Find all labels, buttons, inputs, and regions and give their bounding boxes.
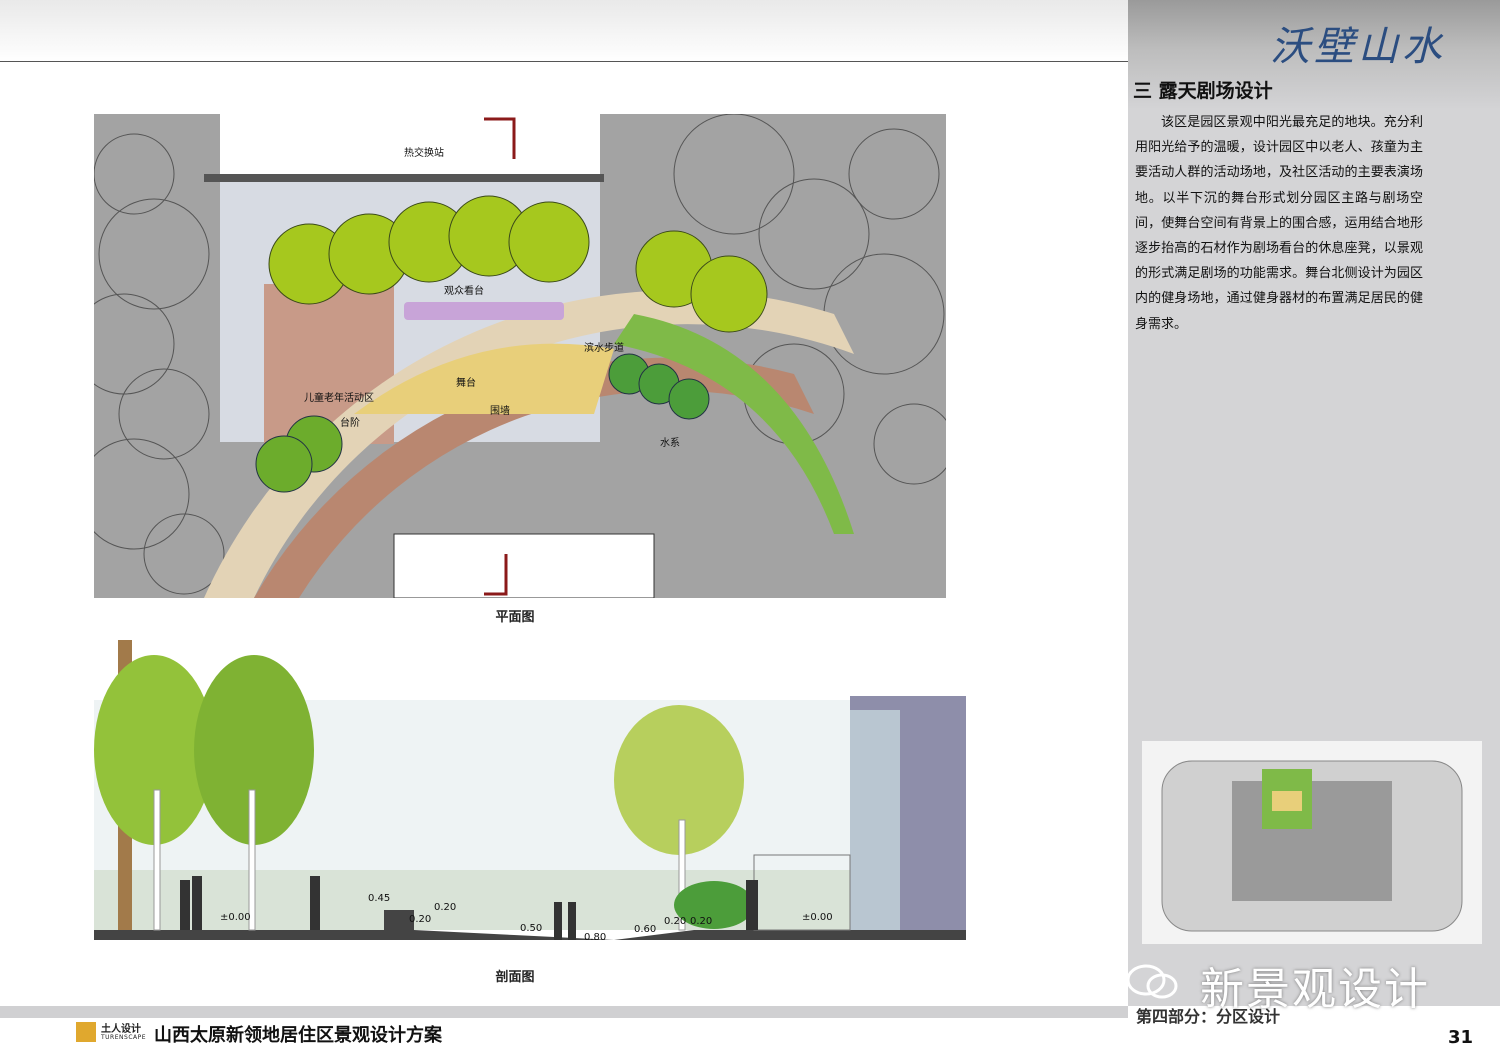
label-heat-station: 热交换站: [404, 148, 444, 159]
logo-icon: [76, 1022, 96, 1042]
elevation-label: 0.80: [584, 932, 607, 943]
section-caption: 剖面图: [495, 970, 535, 985]
label-kids-elderly: 儿童老年活动区: [304, 393, 374, 404]
wechat-icon: [1124, 962, 1184, 1002]
label-audience: 观众看台: [444, 286, 484, 297]
section-drawing: ±0.00 0.45 0.20 0.20 0.50 0.80 0.60 0.20…: [94, 640, 966, 964]
calligraphy-title: 沃壁山水: [1270, 24, 1446, 70]
logo-cn: 土人设计: [101, 1024, 141, 1035]
label-water: 水系: [660, 438, 680, 449]
plan-drawing: 热交换站 观众看台 滨水步道 舞台 儿童老年活动区 台阶 围墙 水系: [94, 114, 946, 598]
project-title: 山西太原新领地居住区景观设计方案: [154, 1025, 442, 1046]
section-title: 三 露天剧场设计: [1133, 80, 1273, 102]
elevation-label: 0.20: [690, 916, 713, 927]
elevation-label: ±0.00: [802, 912, 833, 923]
elevation-label: 0.50: [520, 923, 543, 934]
site-thumbnail: [1142, 741, 1482, 944]
site-thumbnail-svg: [1142, 741, 1482, 944]
section-body: 该区是园区景观中阳光最充足的地块。充分利用阳光给予的温暖，设计园区中以老人、孩童…: [1135, 115, 1423, 332]
label-stage: 舞台: [456, 378, 476, 389]
footer-part: 第四部分：分区设计: [1136, 1007, 1281, 1026]
elevation-label: 0.60: [634, 924, 657, 935]
elevation-label: 0.45: [368, 893, 391, 904]
top-rule: [0, 61, 1128, 62]
label-wall: 围墙: [490, 406, 510, 417]
plan-drawing-svg: [94, 114, 946, 598]
label-waterfront: 滨水步道: [584, 343, 624, 354]
elevation-label: ±0.00: [220, 912, 251, 923]
elevation-label: 0.20: [434, 902, 457, 913]
label-steps: 台阶: [340, 418, 360, 429]
page-number: 31: [1448, 1027, 1474, 1048]
plan-caption: 平面图: [495, 610, 535, 625]
elevation-label: 0.20: [664, 916, 687, 927]
elevation-label: 0.20: [409, 914, 432, 925]
bottom-rule: [0, 1006, 1128, 1018]
logo-en: TURENSCAPE: [101, 1034, 147, 1041]
